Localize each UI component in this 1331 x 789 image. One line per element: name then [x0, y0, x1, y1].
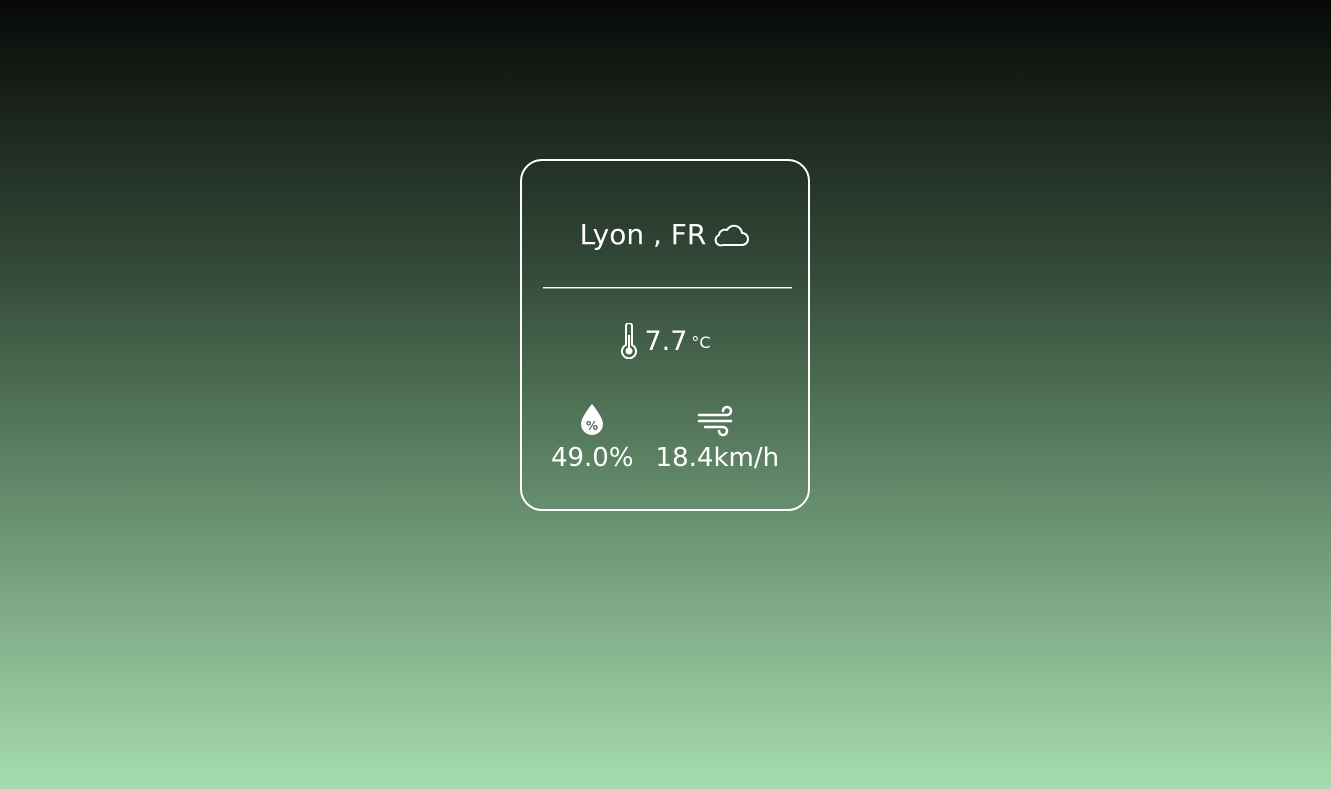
thermometer-icon [619, 322, 639, 360]
temperature-row: 7.7 °C [522, 321, 808, 361]
cloud-icon [714, 222, 750, 248]
humidity-drop-icon: % [572, 401, 612, 437]
temperature-number: 7.7 [644, 325, 688, 357]
wind-icon [697, 401, 737, 437]
temperature-value: 7.7 °C [644, 328, 710, 355]
temperature-unit: °C [691, 332, 711, 352]
weather-stats: % 49.0% 18.4km/h [522, 401, 808, 471]
location-label: Lyon , FR [579, 218, 707, 251]
humidity-stat: % 49.0% [551, 401, 634, 471]
svg-text:%: % [586, 419, 598, 433]
location-header: Lyon , FR [522, 217, 808, 253]
wind-value: 18.4km/h [655, 443, 780, 473]
humidity-value: 49.0% [550, 443, 634, 473]
divider [543, 287, 792, 289]
weather-card: Lyon , FR 7.7 °C % 49.0% 18.4km/h [520, 159, 810, 511]
wind-stat: 18.4km/h [655, 401, 780, 473]
